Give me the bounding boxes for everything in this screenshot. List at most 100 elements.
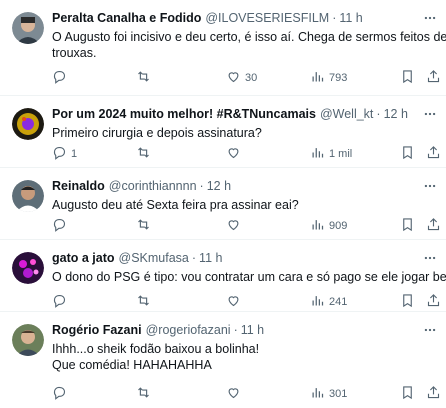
share-button[interactable] bbox=[426, 294, 441, 310]
bookmark-button[interactable] bbox=[400, 386, 415, 402]
retweet-icon bbox=[136, 69, 151, 87]
display-name[interactable]: Por um 2024 muito melhor! #R&TNuncamais bbox=[52, 106, 316, 123]
reply-count: 1 bbox=[71, 148, 78, 160]
like-button[interactable] bbox=[226, 146, 245, 162]
user-handle[interactable]: @rogeriofazani bbox=[146, 322, 231, 339]
avatar[interactable] bbox=[12, 12, 44, 44]
views-button[interactable]: 241 bbox=[310, 294, 347, 310]
tweet-text-line: O Augusto foi incisivo e deu certo, é is… bbox=[52, 30, 446, 44]
avatar[interactable] bbox=[12, 324, 44, 356]
tweet[interactable]: Reinaldo @corinthiannnn · 12 h Augusto d… bbox=[0, 168, 446, 240]
bookmark-icon bbox=[400, 217, 415, 235]
retweet-button[interactable] bbox=[136, 218, 155, 234]
retweet-button[interactable] bbox=[136, 386, 155, 402]
share-icon bbox=[426, 145, 441, 163]
more-icon[interactable] bbox=[422, 322, 438, 338]
tweet-actions: 1 1 mil bbox=[52, 146, 441, 162]
separator-dot: · bbox=[376, 107, 381, 121]
reply-icon bbox=[52, 293, 67, 311]
tweet-text-line: Que comédia! HAHAHAHHA bbox=[52, 358, 212, 372]
share-icon bbox=[426, 217, 441, 235]
timestamp[interactable]: 12 h bbox=[384, 106, 408, 123]
timestamp[interactable]: 11 h bbox=[199, 250, 222, 267]
bookmark-button[interactable] bbox=[400, 70, 415, 86]
bookmark-icon bbox=[400, 293, 415, 311]
views-button[interactable]: 301 bbox=[310, 386, 347, 402]
like-icon bbox=[226, 145, 241, 163]
views-icon bbox=[310, 69, 325, 87]
reply-icon bbox=[52, 217, 67, 235]
more-icon[interactable] bbox=[422, 10, 438, 26]
display-name[interactable]: Reinaldo bbox=[52, 178, 105, 195]
bookmark-button[interactable] bbox=[400, 294, 415, 310]
share-button[interactable] bbox=[426, 386, 441, 402]
views-button[interactable]: 793 bbox=[310, 70, 347, 86]
share-button[interactable] bbox=[426, 146, 441, 162]
views-icon bbox=[310, 385, 325, 403]
tweet-text-line: O dono do PSG é tipo: vou contratar um c… bbox=[52, 270, 446, 284]
bookmark-button[interactable] bbox=[400, 146, 415, 162]
like-icon bbox=[226, 385, 241, 403]
tweet-header: Reinaldo @corinthiannnn · 12 h bbox=[52, 178, 438, 195]
tweet[interactable]: Rogério Fazani @rogeriofazani · 11 h Ihh… bbox=[0, 312, 446, 408]
retweet-icon bbox=[136, 217, 151, 235]
views-button[interactable]: 1 mil bbox=[310, 146, 352, 162]
tweet-header: Peralta Canalha e Fodido @ILOVESERIESFIL… bbox=[52, 10, 438, 27]
views-icon bbox=[310, 293, 325, 311]
tweet[interactable]: Peralta Canalha e Fodido @ILOVESERIESFIL… bbox=[0, 0, 446, 96]
tweet-text: Augusto deu até Sexta feira pra assinar … bbox=[52, 197, 438, 213]
tweet-actions: 241 bbox=[52, 294, 441, 310]
user-handle[interactable]: @ILOVESERIESFILM bbox=[205, 10, 329, 27]
reply-button[interactable] bbox=[52, 70, 71, 86]
retweet-icon bbox=[136, 145, 151, 163]
bookmark-button[interactable] bbox=[400, 218, 415, 234]
like-button[interactable] bbox=[226, 294, 245, 310]
separator-dot: · bbox=[199, 179, 204, 193]
reply-icon bbox=[52, 145, 67, 163]
views-button[interactable]: 909 bbox=[310, 218, 347, 234]
tweet[interactable]: Por um 2024 muito melhor! #R&TNuncamais … bbox=[0, 96, 446, 168]
reply-button[interactable] bbox=[52, 294, 71, 310]
reply-button[interactable]: 1 bbox=[52, 146, 77, 162]
timestamp[interactable]: 12 h bbox=[207, 178, 231, 195]
like-button[interactable] bbox=[226, 386, 245, 402]
display-name[interactable]: gato a jato bbox=[52, 250, 115, 267]
bookmark-icon bbox=[400, 145, 415, 163]
avatar[interactable] bbox=[12, 108, 44, 140]
avatar[interactable] bbox=[12, 180, 44, 212]
tweet-text: Primeiro cirurgia e depois assinatura? bbox=[52, 125, 438, 141]
tweet-text-line: Augusto deu até Sexta feira pra assinar … bbox=[52, 198, 299, 212]
like-icon bbox=[226, 217, 241, 235]
display-name[interactable]: Peralta Canalha e Fodido bbox=[52, 10, 201, 27]
tweet-text: Ihhh...o sheik fodão baixou a bolinha! Q… bbox=[52, 341, 438, 373]
like-button[interactable] bbox=[226, 218, 245, 234]
tweet-text: O Augusto foi incisivo e deu certo, é is… bbox=[52, 29, 446, 61]
share-icon bbox=[426, 69, 441, 87]
like-button[interactable]: 30 bbox=[226, 70, 257, 86]
views-icon bbox=[310, 217, 325, 235]
retweet-button[interactable] bbox=[136, 70, 155, 86]
views-icon bbox=[310, 145, 325, 163]
user-handle[interactable]: @corinthiannnn bbox=[109, 178, 197, 195]
tweet-text-line: Ihhh...o sheik fodão baixou a bolinha! bbox=[52, 342, 260, 356]
reply-button[interactable] bbox=[52, 218, 71, 234]
share-button[interactable] bbox=[426, 218, 441, 234]
avatar[interactable] bbox=[12, 252, 44, 284]
more-icon[interactable] bbox=[422, 250, 438, 266]
retweet-button[interactable] bbox=[136, 294, 155, 310]
more-icon[interactable] bbox=[422, 106, 438, 122]
tweet[interactable]: gato a jato @SKmufasa · 11 h O dono do P… bbox=[0, 240, 446, 312]
more-icon[interactable] bbox=[422, 178, 438, 194]
share-button[interactable] bbox=[426, 70, 441, 86]
display-name[interactable]: Rogério Fazani bbox=[52, 322, 142, 339]
views-count: 1 mil bbox=[329, 148, 353, 160]
timestamp[interactable]: 11 h bbox=[339, 10, 362, 27]
timestamp[interactable]: 11 h bbox=[241, 322, 264, 339]
user-handle[interactable]: @Well_kt bbox=[320, 106, 373, 123]
retweet-icon bbox=[136, 385, 151, 403]
retweet-button[interactable] bbox=[136, 146, 155, 162]
user-handle[interactable]: @SKmufasa bbox=[119, 250, 189, 267]
reply-button[interactable] bbox=[52, 386, 71, 402]
bookmark-icon bbox=[400, 69, 415, 87]
separator-dot: · bbox=[332, 11, 337, 25]
